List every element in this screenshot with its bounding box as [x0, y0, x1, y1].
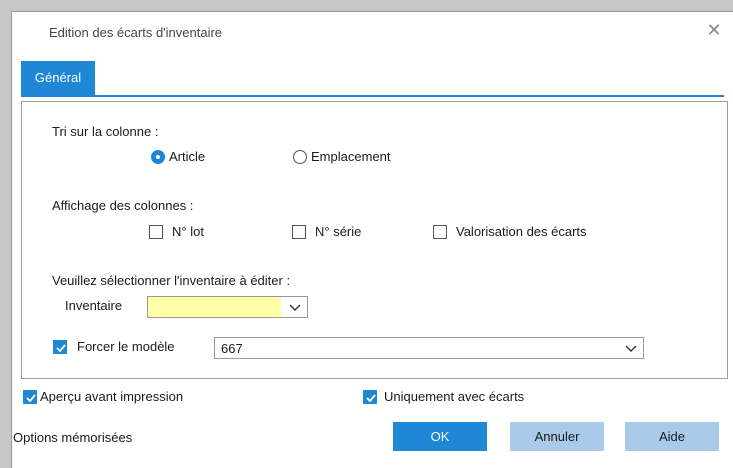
inventory-select-field[interactable]: [148, 297, 281, 317]
radio-article-label[interactable]: Article: [169, 149, 205, 164]
radio-article[interactable]: [151, 150, 165, 164]
cancel-button[interactable]: Annuler: [510, 422, 604, 451]
close-icon[interactable]: ✕: [705, 21, 723, 39]
chevron-down-icon[interactable]: [289, 302, 301, 312]
ok-button[interactable]: OK: [393, 422, 487, 451]
checkbox-lot-label[interactable]: N° lot: [172, 224, 204, 239]
tab-strip: Général: [21, 61, 724, 97]
general-panel: Tri sur la colonne : Article Emplacement…: [21, 101, 728, 379]
inventory-prompt: Veuillez sélectionner l'inventaire à édi…: [52, 273, 291, 288]
radio-emplacement[interactable]: [293, 150, 307, 164]
checkbox-valorisation[interactable]: [433, 225, 447, 239]
model-select[interactable]: 667: [214, 337, 644, 359]
inventory-select[interactable]: [147, 296, 308, 318]
help-button[interactable]: Aide: [625, 422, 719, 451]
checkbox-preview-label[interactable]: Aperçu avant impression: [40, 389, 183, 404]
checkbox-force-model[interactable]: [53, 340, 67, 354]
inventory-label: Inventaire: [65, 298, 123, 313]
checkbox-only-gaps-label[interactable]: Uniquement avec écarts: [384, 389, 524, 404]
checkbox-only-gaps[interactable]: [363, 390, 377, 404]
radio-emplacement-label[interactable]: Emplacement: [311, 149, 390, 164]
checkbox-lot[interactable]: [149, 225, 163, 239]
columns-label: Affichage des colonnes :: [52, 198, 194, 213]
model-select-value: 667: [221, 341, 243, 356]
checkbox-preview[interactable]: [23, 390, 37, 404]
chevron-down-icon[interactable]: [625, 343, 637, 353]
title-bar: Edition des écarts d'inventaire ✕: [12, 12, 733, 50]
check-icon: [366, 394, 376, 403]
checkbox-force-model-label[interactable]: Forcer le modèle: [77, 339, 175, 354]
checkbox-serie[interactable]: [292, 225, 306, 239]
sort-label: Tri sur la colonne :: [52, 124, 159, 139]
check-icon: [56, 344, 66, 353]
window-title: Edition des écarts d'inventaire: [49, 25, 223, 40]
check-icon: [26, 394, 36, 403]
checkbox-serie-label[interactable]: N° série: [315, 224, 361, 239]
saved-options-label: Options mémorisées: [13, 430, 133, 445]
tab-general[interactable]: Général: [21, 61, 95, 95]
dialog-window: Edition des écarts d'inventaire ✕ Généra…: [11, 11, 733, 468]
checkbox-valorisation-label[interactable]: Valorisation des écarts: [456, 224, 587, 239]
